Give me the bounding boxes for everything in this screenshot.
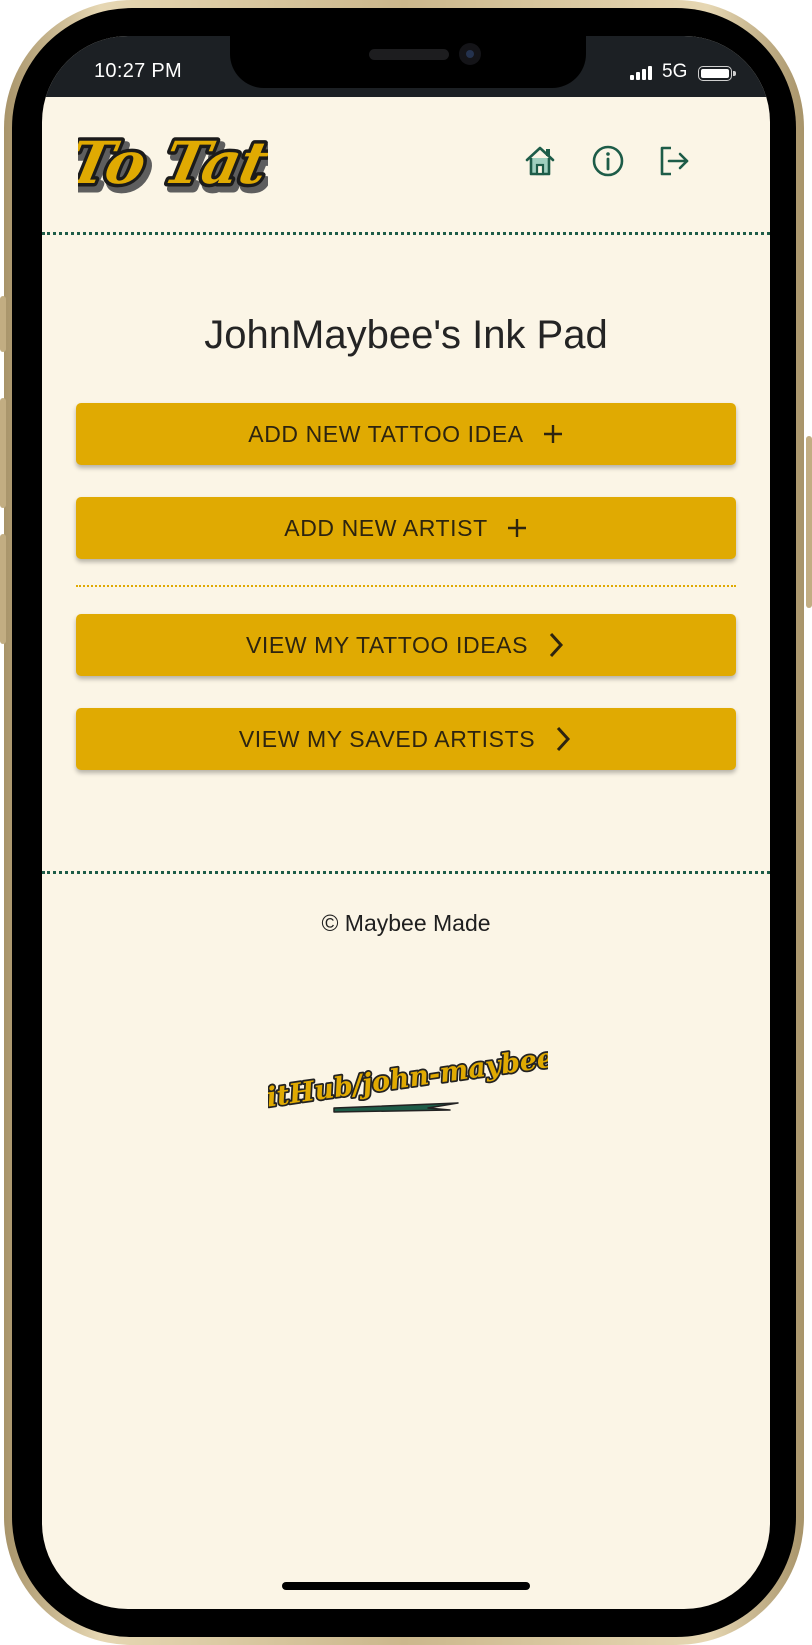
view-tattoo-ideas-button[interactable]: VIEW MY TATTOO IDEAS [76, 614, 736, 676]
home-indicator [282, 1582, 530, 1590]
copyright-text: © Maybee Made [321, 910, 491, 936]
view-tattoo-ideas-label: VIEW MY TATTOO IDEAS [245, 631, 529, 658]
home-icon[interactable] [522, 143, 558, 179]
view-saved-artists-button[interactable]: VIEW MY SAVED ARTISTS [76, 708, 736, 770]
header-divider [42, 232, 770, 235]
volume-up-button [0, 398, 6, 508]
page-title: JohnMaybee's Ink Pad [204, 313, 608, 357]
footer-divider [42, 871, 770, 874]
front-camera [459, 43, 481, 65]
network-type: 5G [662, 61, 688, 82]
chevron-right-icon [553, 725, 573, 753]
notch [230, 36, 586, 88]
section-divider [76, 585, 736, 587]
add-artist-button[interactable]: ADD NEW ARTIST [76, 497, 736, 559]
plus-icon [542, 423, 564, 445]
status-bar: 10:27 PM 5G [42, 36, 770, 97]
mute-switch [0, 296, 6, 352]
add-artist-label: ADD NEW ARTIST [284, 514, 488, 541]
view-saved-artists-label: VIEW MY SAVED ARTISTS [238, 725, 536, 752]
info-icon[interactable] [590, 143, 626, 179]
battery-level [701, 69, 729, 78]
add-tattoo-idea-button[interactable]: ADD NEW TATTOO IDEA [76, 403, 736, 465]
app-screen: 10:27 PM 5G To Tat To Tat JohnMaybee's I… [42, 36, 770, 1609]
add-tattoo-idea-label: ADD NEW TATTOO IDEA [248, 420, 524, 447]
app-header: To Tat To Tat [42, 97, 770, 231]
github-link[interactable]: GitHub/john-maybee [268, 1046, 548, 1136]
signal-icon [630, 66, 658, 80]
volume-down-button [0, 534, 6, 644]
plus-icon [506, 517, 528, 539]
battery-cap [733, 71, 736, 76]
speaker-grille [369, 49, 449, 60]
svg-text:To Tat: To Tat [78, 129, 268, 197]
status-time: 10:27 PM [94, 60, 183, 82]
chevron-right-icon [546, 631, 566, 659]
power-button [806, 436, 812, 608]
battery-icon [698, 66, 732, 81]
logout-icon[interactable] [656, 143, 692, 179]
to-tat-logo[interactable]: To Tat To Tat [78, 119, 268, 205]
